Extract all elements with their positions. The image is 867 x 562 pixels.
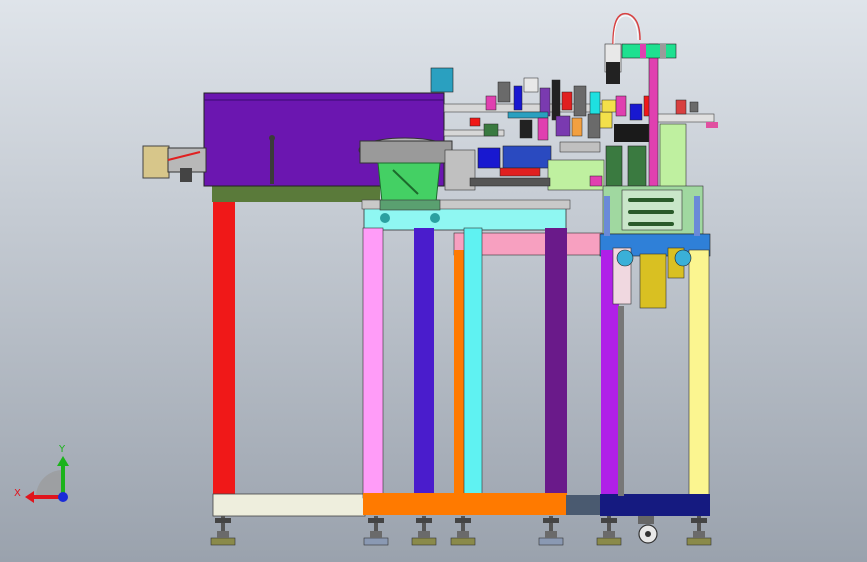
foot-body: [603, 531, 615, 538]
mechanism-part: [499, 167, 541, 177]
mast-head-stripe-a: [640, 44, 646, 58]
mechanism-part: [485, 95, 497, 111]
mechanism-part: [589, 175, 603, 187]
mechanism-part: [507, 111, 549, 119]
navy-base-beam: [600, 494, 710, 516]
pipe-rod: [618, 306, 624, 496]
foot-nut: [543, 518, 559, 523]
gauge-right: [674, 249, 692, 267]
top-arm: [655, 113, 715, 123]
foot-pad: [363, 537, 389, 546]
foot-nut: [455, 518, 471, 523]
valve-slot: [628, 198, 674, 202]
mechanism-part: [513, 85, 523, 111]
foot-pad: [411, 537, 437, 546]
mechanism-part: [469, 177, 551, 187]
mechanism-part: [555, 115, 571, 137]
foot-body: [693, 531, 705, 538]
foot-body: [370, 531, 382, 538]
mast-column: [648, 43, 659, 191]
blue-feeder-block: [477, 147, 501, 169]
motor-body: [142, 145, 170, 179]
mechanism-part: [561, 91, 573, 111]
red-tip: [706, 122, 718, 128]
mechanism-part: [483, 123, 499, 137]
black-clamp: [614, 124, 654, 142]
foot-body: [457, 531, 469, 538]
mechanism-part: [689, 101, 699, 113]
mechanism-part: [675, 99, 687, 115]
foot-nut: [368, 518, 384, 523]
foot-pad: [210, 537, 236, 546]
foot-pad: [538, 537, 564, 546]
caster-hub: [645, 531, 651, 537]
cad-viewport[interactable]: Y X: [0, 0, 867, 562]
foot-nut: [691, 518, 707, 523]
foot-pad: [686, 537, 712, 546]
mechanism-part: [519, 119, 533, 139]
left-base-beam: [212, 493, 366, 517]
mechanism-part: [589, 91, 601, 115]
foot-body: [217, 531, 229, 538]
mast-head-stripe-b: [660, 44, 666, 58]
mechanism-part: [573, 85, 587, 117]
mechanism-part: [551, 79, 561, 121]
bowl-rim-band: [359, 140, 453, 164]
z-axis-dot: [58, 492, 68, 502]
sensor-box: [430, 67, 454, 93]
mechanism-part: [523, 77, 539, 93]
left-red-leg: [213, 200, 235, 498]
green-tank-left: [605, 145, 623, 187]
right-panel: [659, 123, 687, 189]
bowl-foot-left: [380, 213, 390, 223]
foot-pad: [596, 537, 622, 546]
valve-slot: [628, 222, 674, 226]
mechanism-part: [587, 113, 601, 139]
blue-leg: [414, 228, 434, 498]
gauge-left: [616, 249, 634, 267]
housing-rod-cap: [269, 135, 275, 141]
mechanism-part: [469, 117, 481, 127]
blue-slide: [502, 145, 552, 169]
purple-leg: [545, 228, 567, 498]
yellow-leg: [688, 249, 710, 499]
caster-mount: [638, 516, 654, 524]
y-axis-label: Y: [58, 444, 66, 455]
foot-nut: [416, 518, 432, 523]
machine-3d-model[interactable]: Y X: [0, 0, 867, 562]
mechanism-part: [537, 117, 549, 141]
bowl-base: [379, 199, 441, 211]
blue-stripe-right: [694, 196, 700, 236]
cyan-leg: [463, 227, 483, 499]
motor-bracket: [180, 168, 192, 182]
mechanism-part: [559, 141, 601, 153]
orange-base-beam: [363, 493, 567, 515]
foot-nut: [601, 518, 617, 523]
mechanism-part: [615, 95, 627, 117]
dark-base-beam: [566, 495, 602, 515]
mechanism-part: [497, 81, 511, 103]
mechanism-part: [629, 103, 643, 121]
bowl-foot-right: [430, 213, 440, 223]
housing-rod: [270, 138, 274, 184]
pink-leg: [362, 227, 384, 499]
cyan-top-plate: [363, 207, 567, 231]
camera-lens: [606, 62, 620, 84]
x-axis-label: X: [14, 488, 21, 499]
valve-slot: [628, 210, 674, 214]
foot-body: [418, 531, 430, 538]
foot-pad: [450, 537, 476, 546]
foot-body: [545, 531, 557, 538]
air-filter-center: [639, 253, 667, 309]
mechanism-part: [571, 117, 583, 137]
green-tank-right: [627, 145, 647, 187]
mechanism-part: [601, 99, 617, 113]
foot-nut: [215, 518, 231, 523]
orange-leg: [454, 250, 464, 498]
mast-head: [621, 43, 677, 59]
blue-stripe-left: [604, 196, 610, 236]
